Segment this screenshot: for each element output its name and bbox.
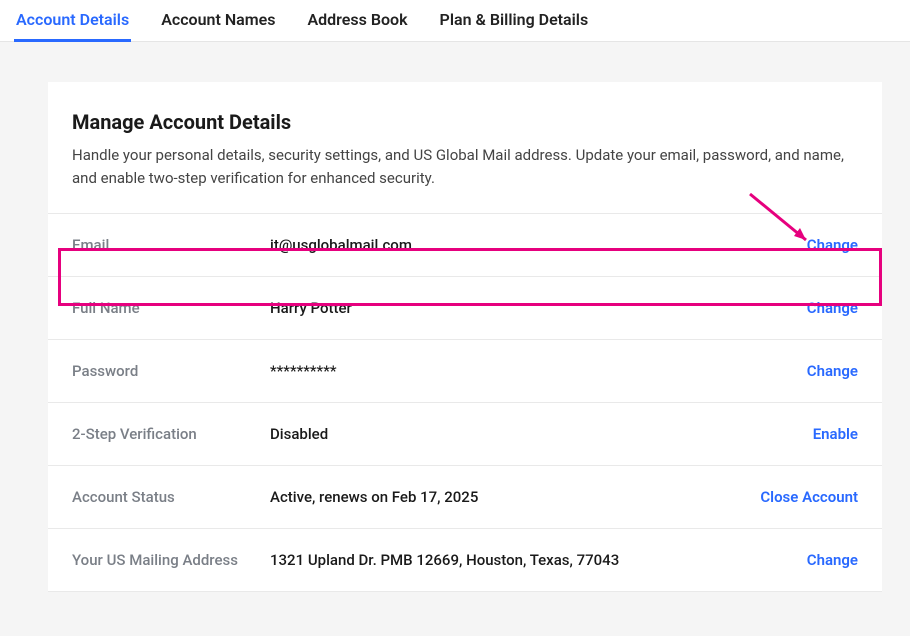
enable-2step-link[interactable]: Enable [813,425,858,443]
label-email: Email [72,236,270,254]
value-mailing-address: 1321 Upland Dr. PMB 12669, Houston, Texa… [270,551,807,569]
value-email: it@usglobalmail.com [270,236,807,254]
row-mailing-address: Your US Mailing Address 1321 Upland Dr. … [48,529,882,592]
card-header: Manage Account Details Handle your perso… [48,110,882,214]
close-account-link[interactable]: Close Account [760,488,858,506]
tab-account-names[interactable]: Account Names [159,0,277,41]
value-account-status: Active, renews on Feb 17, 2025 [270,488,760,506]
label-account-status: Account Status [72,488,270,506]
tab-address-book[interactable]: Address Book [305,0,409,41]
tabs-bar: Account Details Account Names Address Bo… [0,0,910,42]
label-password: Password [72,362,270,380]
tab-plan-billing[interactable]: Plan & Billing Details [438,0,591,41]
change-mailing-address-link[interactable]: Change [807,551,858,569]
page-description: Handle your personal details, security s… [72,144,858,189]
label-2step: 2-Step Verification [72,425,270,443]
row-full-name: Full Name Harry Potter Change [48,277,882,340]
row-2step: 2-Step Verification Disabled Enable [48,403,882,466]
content-wrapper: Manage Account Details Handle your perso… [0,42,910,592]
change-email-link[interactable]: Change [807,236,858,254]
label-full-name: Full Name [72,299,270,317]
tab-account-details[interactable]: Account Details [14,0,131,41]
page-title: Manage Account Details [72,110,858,134]
row-email: Email it@usglobalmail.com Change [48,214,882,277]
change-full-name-link[interactable]: Change [807,299,858,317]
label-mailing-address: Your US Mailing Address [72,551,270,569]
row-account-status: Account Status Active, renews on Feb 17,… [48,466,882,529]
value-2step: Disabled [270,425,813,443]
value-full-name: Harry Potter [270,299,807,317]
value-password: ********** [270,362,807,380]
change-password-link[interactable]: Change [807,362,858,380]
row-password: Password ********** Change [48,340,882,403]
account-details-card: Manage Account Details Handle your perso… [48,82,882,592]
